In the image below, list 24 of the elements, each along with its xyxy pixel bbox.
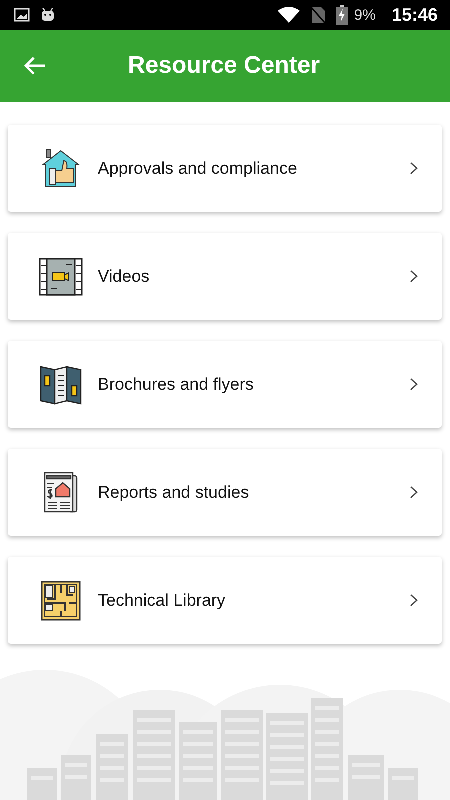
chevron-right-icon — [410, 270, 418, 283]
chevron-right-icon — [410, 162, 418, 175]
no-sim-icon — [310, 6, 326, 24]
chevron-right-icon — [410, 594, 418, 607]
resource-item[interactable]: Reports and studies — [8, 449, 442, 536]
resource-item[interactable]: Brochures and flyers — [8, 341, 442, 428]
chevron-right-icon — [410, 378, 418, 391]
android-icon — [40, 8, 56, 22]
screen-title: Resource Center — [128, 52, 320, 80]
image-icon — [14, 8, 30, 22]
film-camera-icon — [39, 258, 83, 296]
battery-icon — [336, 5, 348, 25]
floor-plan-icon — [41, 580, 81, 620]
chevron-right-icon — [410, 486, 418, 499]
newspaper-icon — [43, 472, 79, 514]
resource-item[interactable]: Technical Library — [8, 557, 442, 644]
house-thumbs-up-icon — [41, 148, 81, 188]
clock: 15:46 — [392, 4, 438, 26]
folded-brochure-icon — [40, 364, 82, 406]
wifi-icon — [278, 7, 300, 23]
back-arrow-icon — [24, 56, 46, 76]
battery-percent: 9% — [354, 6, 376, 24]
resource-item[interactable]: Videos — [8, 233, 442, 320]
resource-item[interactable]: Approvals and compliance — [8, 125, 442, 212]
